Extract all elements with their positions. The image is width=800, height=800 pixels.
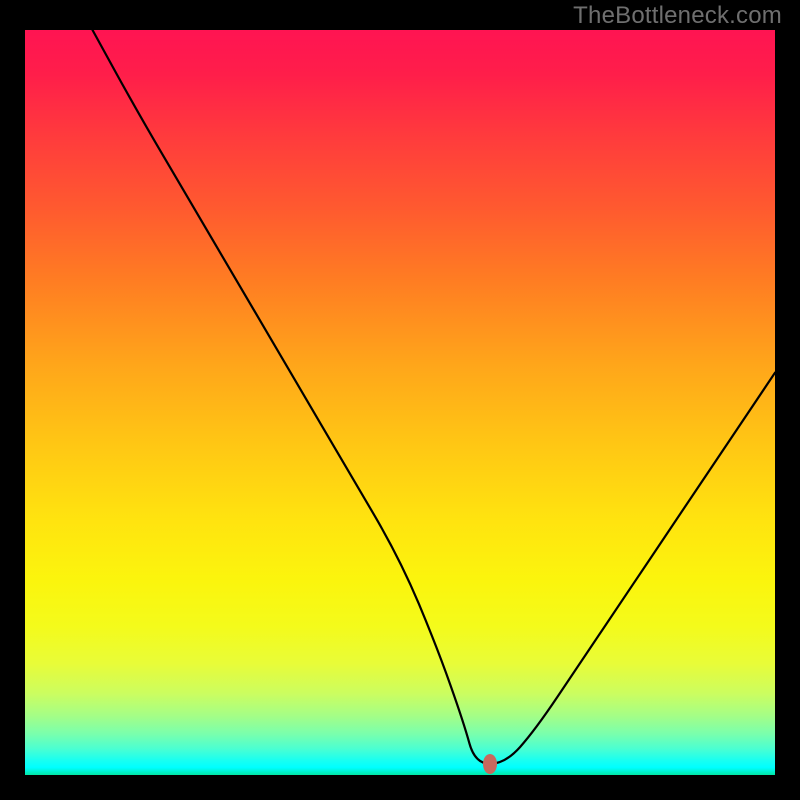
chart-frame: TheBottleneck.com [0, 0, 800, 800]
curve-path [93, 30, 776, 764]
bottleneck-curve [25, 30, 775, 775]
watermark-text: TheBottleneck.com [573, 2, 782, 30]
optimal-point-marker [483, 754, 497, 774]
plot-area [25, 30, 775, 775]
